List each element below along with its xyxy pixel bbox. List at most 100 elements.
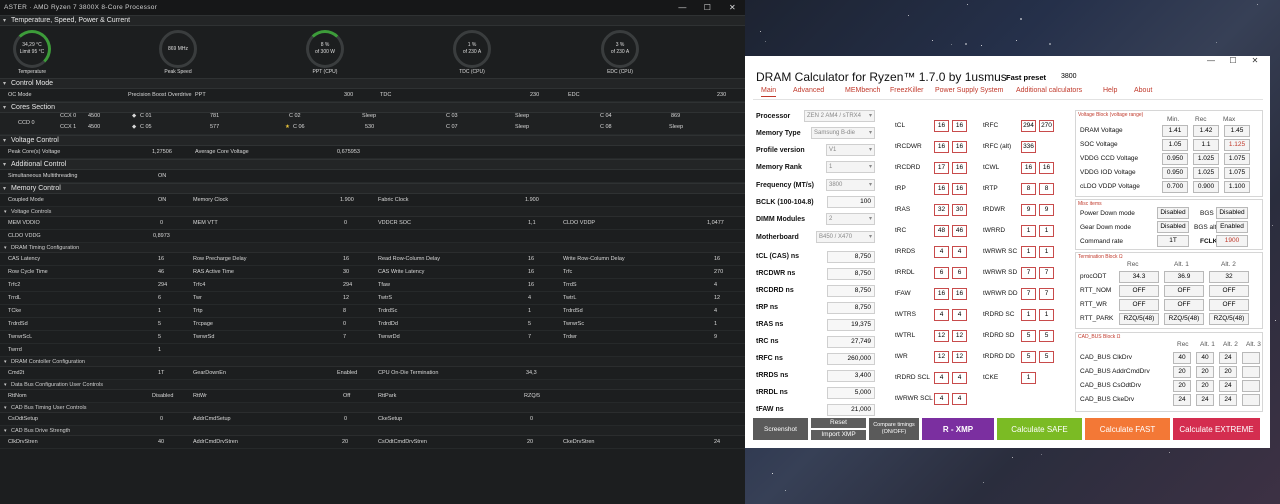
- timing-box-2[interactable]: 7: [1039, 267, 1054, 279]
- timing-value[interactable]: 1: [714, 318, 717, 331]
- timing-value[interactable]: 16: [528, 279, 534, 292]
- timing-box-2[interactable]: 4: [952, 393, 967, 405]
- timing-box-2[interactable]: 16: [952, 141, 967, 153]
- timing-box-1[interactable]: 4: [934, 393, 949, 405]
- maximize-icon[interactable]: ☐: [695, 0, 720, 15]
- close-icon[interactable]: ✕: [720, 0, 745, 15]
- timing-value[interactable]: 16: [158, 253, 164, 266]
- section-additional[interactable]: ▾ Additional Control: [0, 159, 745, 170]
- timing-value[interactable]: 4: [714, 279, 717, 292]
- timing-box-1[interactable]: 5: [1021, 351, 1036, 363]
- close-icon[interactable]: ✕: [1245, 56, 1265, 66]
- section-memory[interactable]: ▾ Memory Control: [0, 183, 745, 194]
- timing-value[interactable]: 5: [528, 318, 531, 331]
- timing-box-1[interactable]: 16: [1021, 162, 1036, 174]
- tdc-value[interactable]: 230: [530, 89, 539, 102]
- timing-box-2[interactable]: 9: [1039, 204, 1054, 216]
- timing-box-2[interactable]: 16: [952, 120, 967, 132]
- rxmp-button[interactable]: R - XMP: [922, 418, 994, 440]
- timing-box-1[interactable]: 4: [934, 246, 949, 258]
- timing-box-2[interactable]: 16: [952, 183, 967, 195]
- timing-value[interactable]: 16: [528, 253, 534, 266]
- timing-box-1[interactable]: 4: [934, 372, 949, 384]
- tab-additional-calculators[interactable]: Additional calculators: [1016, 87, 1082, 94]
- timing-box-1[interactable]: 48: [934, 225, 949, 237]
- timing-box-1[interactable]: 1: [1021, 225, 1036, 237]
- timing-box-2[interactable]: 8: [1039, 183, 1054, 195]
- timing-value[interactable]: 16: [714, 253, 720, 266]
- timing-value[interactable]: 4: [528, 292, 531, 305]
- timing-box-2[interactable]: 4: [952, 309, 967, 321]
- timing-value[interactable]: 16: [343, 253, 349, 266]
- timing-value[interactable]: 7: [528, 331, 531, 344]
- subsection-data-bus[interactable]: ▾ Data Bus Configuration User Controls: [0, 380, 745, 390]
- timing-value[interactable]: 5: [158, 318, 161, 331]
- timing-box-1[interactable]: 16: [934, 120, 949, 132]
- timing-box-2[interactable]: 1: [1039, 246, 1054, 258]
- calculate-fast-button[interactable]: Calculate FAST: [1085, 418, 1170, 440]
- timing-box-2[interactable]: 5: [1039, 351, 1054, 363]
- timing-value[interactable]: 7: [343, 331, 346, 344]
- tab-help[interactable]: Help: [1103, 87, 1117, 94]
- timing-box-2[interactable]: 270: [1039, 120, 1054, 132]
- timing-box-2[interactable]: 6: [952, 267, 967, 279]
- timing-box-2[interactable]: 12: [952, 330, 967, 342]
- memory-rank-select[interactable]: 1: [826, 161, 875, 173]
- timing-box-2[interactable]: 7: [1039, 288, 1054, 300]
- timing-box-2[interactable]: 16: [952, 162, 967, 174]
- timing-box-1[interactable]: 1: [1021, 246, 1036, 258]
- screenshot-button[interactable]: Screenshot: [753, 418, 808, 440]
- memory-type-select[interactable]: Samsung B-die: [811, 127, 875, 139]
- tab-freezkiller[interactable]: FreezKiller: [890, 87, 923, 94]
- smt-toggle[interactable]: ON: [158, 170, 166, 183]
- timing-value[interactable]: 8: [343, 305, 346, 318]
- timing-box-1[interactable]: 16: [934, 288, 949, 300]
- section-voltage[interactable]: ▾ Voltage Control: [0, 135, 745, 146]
- timing-value[interactable]: 12: [714, 292, 720, 305]
- timing-box-1[interactable]: 12: [934, 330, 949, 342]
- ppt-value[interactable]: 300: [344, 89, 353, 102]
- timing-box-2[interactable]: 12: [952, 351, 967, 363]
- timing-value[interactable]: 270: [714, 266, 723, 279]
- timing-value[interactable]: 4: [714, 305, 717, 318]
- timing-box-2[interactable]: 5: [1039, 330, 1054, 342]
- timing-value[interactable]: 30: [343, 266, 349, 279]
- timing-value[interactable]: 6: [158, 292, 161, 305]
- subsection-voltage-controls[interactable]: ▾ Voltage Controls: [0, 207, 745, 217]
- timing-value[interactable]: 9: [714, 331, 717, 344]
- subsection-drive-strength[interactable]: ▾ CAD Bus Drive Strength: [0, 426, 745, 436]
- timing-box-2[interactable]: 16: [1039, 162, 1054, 174]
- timing-box-1[interactable]: 32: [934, 204, 949, 216]
- minimize-icon[interactable]: —: [1201, 56, 1221, 66]
- timing-box-1[interactable]: 336: [1021, 141, 1036, 153]
- timing-value[interactable]: 5: [158, 331, 161, 344]
- timing-value[interactable]: 1: [528, 305, 531, 318]
- bclk-input[interactable]: 100: [827, 196, 875, 208]
- timing-box-1[interactable]: 1: [1021, 309, 1036, 321]
- timing-value[interactable]: 1: [158, 305, 161, 318]
- import-xmp-button[interactable]: Import XMP: [811, 430, 866, 440]
- timing-box-1[interactable]: 294: [1021, 120, 1036, 132]
- timing-box-1[interactable]: 16: [934, 141, 949, 153]
- timing-value[interactable]: 12: [343, 292, 349, 305]
- profile-version-select[interactable]: V1: [826, 144, 875, 156]
- timing-value[interactable]: 294: [158, 279, 167, 292]
- timing-box-1[interactable]: 17: [934, 162, 949, 174]
- section-temperature[interactable]: ▾ Temperature, Speed, Power & Current: [0, 15, 745, 26]
- maximize-icon[interactable]: ☐: [1223, 56, 1243, 66]
- timing-box-2[interactable]: 16: [952, 288, 967, 300]
- timing-box-1[interactable]: 5: [1021, 330, 1036, 342]
- timing-value[interactable]: 0: [343, 318, 346, 331]
- timing-box-1[interactable]: 7: [1021, 288, 1036, 300]
- calculate-extreme-button[interactable]: Calculate EXTREME: [1173, 418, 1260, 440]
- dimm-modules-select[interactable]: 2: [826, 213, 875, 225]
- minimize-icon[interactable]: —: [670, 0, 695, 15]
- timing-box-1[interactable]: 6: [934, 267, 949, 279]
- tab-membench[interactable]: MEMbench: [845, 87, 880, 94]
- timing-box-1[interactable]: 8: [1021, 183, 1036, 195]
- timing-box-2[interactable]: 1: [1039, 309, 1054, 321]
- timing-box-2[interactable]: 46: [952, 225, 967, 237]
- calculate-safe-button[interactable]: Calculate SAFE: [997, 418, 1082, 440]
- timing-box-1[interactable]: 4: [934, 309, 949, 321]
- timing-box-2[interactable]: 4: [952, 372, 967, 384]
